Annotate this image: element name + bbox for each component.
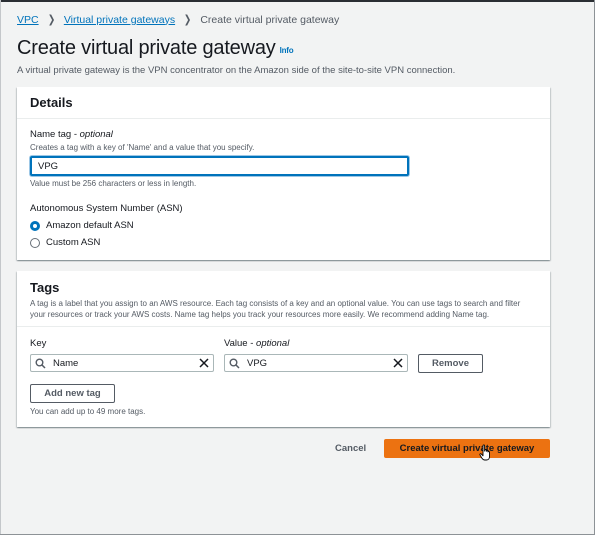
- name-tag-description: Creates a tag with a key of 'Name' and a…: [30, 143, 255, 152]
- name-tag-optional: optional: [79, 129, 113, 140]
- tags-description: A tag is a label that you assign to an A…: [30, 298, 537, 320]
- tag-value-optional: optional: [256, 338, 290, 349]
- breadcrumb: VPC ❯ Virtual private gateways ❯ Create …: [17, 13, 340, 27]
- name-tag-label-text: Name tag: [30, 129, 72, 140]
- breadcrumb-current: Create virtual private gateway: [200, 13, 340, 26]
- cancel-button[interactable]: Cancel: [335, 443, 366, 454]
- tag-key-label: Key: [30, 338, 47, 349]
- radio-selected-icon[interactable]: [30, 220, 40, 231]
- page-title: Create virtual private gateway Info: [17, 37, 294, 60]
- radio-unselected-icon[interactable]: [30, 237, 40, 248]
- window-top-border: [0, 0, 595, 2]
- tag-value-label: Value - optional: [224, 338, 290, 349]
- asn-option-custom-label: Custom ASN: [46, 237, 101, 248]
- page-description: A virtual private gateway is the VPN con…: [17, 65, 456, 76]
- close-icon[interactable]: [195, 355, 213, 371]
- hand-pointer-icon: [479, 444, 490, 461]
- name-tag-label: Name tag - optional: [30, 129, 113, 140]
- tags-description-line-2: your resources or track your AWS costs. …: [30, 310, 490, 319]
- tags-panel-header: Tags A tag is a label that you assign to…: [17, 271, 550, 327]
- close-icon[interactable]: [389, 355, 407, 371]
- asn-label: Autonomous System Number (ASN): [30, 203, 183, 214]
- details-panel: Details Name tag - optional Creates a ta…: [17, 87, 550, 260]
- page-title-text: Create virtual private gateway: [17, 37, 276, 59]
- tags-panel: Tags A tag is a label that you assign to…: [17, 271, 550, 427]
- asn-option-amazon-default[interactable]: Amazon default ASN: [30, 220, 134, 231]
- asn-option-custom[interactable]: Custom ASN: [30, 237, 100, 248]
- remove-tag-button[interactable]: Remove: [418, 354, 483, 373]
- breadcrumb-link-virtual-private-gateways[interactable]: Virtual private gateways: [64, 14, 175, 26]
- tag-key-value: Name: [53, 357, 79, 369]
- name-tag-input[interactable]: [30, 156, 409, 176]
- info-link[interactable]: Info: [280, 46, 294, 55]
- tags-limit-text: You can add up to 49 more tags.: [30, 407, 146, 416]
- search-icon: [31, 355, 49, 371]
- window-left-border: [0, 0, 1, 535]
- name-tag-constraint: Value must be 256 characters or less in …: [30, 179, 197, 188]
- tag-value-label-text: Value: [224, 338, 248, 349]
- search-icon: [225, 355, 243, 371]
- tags-title: Tags: [30, 280, 60, 295]
- asn-option-amazon-default-label: Amazon default ASN: [46, 220, 134, 231]
- breadcrumb-link-vpc[interactable]: VPC: [17, 14, 39, 26]
- add-new-tag-button[interactable]: Add new tag: [30, 384, 115, 403]
- tags-description-line-1: A tag is a label that you assign to an A…: [30, 299, 521, 308]
- tag-value-input[interactable]: VPG: [224, 354, 408, 372]
- tag-key-input[interactable]: Name: [30, 354, 214, 372]
- tag-value-value: VPG: [247, 357, 268, 369]
- chevron-right-icon: ❯: [47, 14, 55, 26]
- chevron-right-icon: ❯: [184, 14, 192, 26]
- create-virtual-private-gateway-button[interactable]: Create virtual private gateway: [384, 439, 550, 458]
- details-title: Details: [30, 95, 73, 110]
- details-panel-header: Details: [17, 87, 550, 119]
